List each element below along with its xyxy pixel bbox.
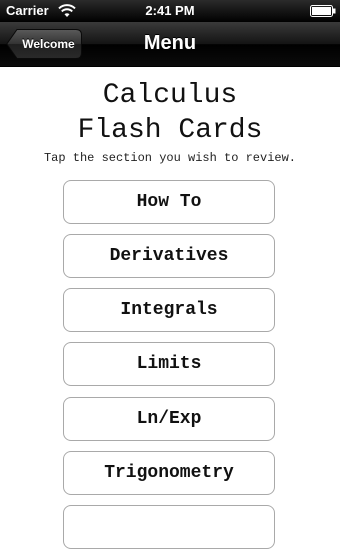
page-title: Menu <box>143 32 197 54</box>
battery-icon <box>310 5 336 17</box>
status-time: 2:41 PM <box>145 3 195 18</box>
section-button-partial[interactable] <box>63 505 275 549</box>
app-title-line-1: Calculus <box>102 80 238 111</box>
instruction-text: Tap the section you wish to review. <box>43 151 297 165</box>
section-button-integrals[interactable]: Integrals <box>63 288 275 332</box>
navigation-bar: Welcome Menu <box>0 22 340 67</box>
app-title-line-2: Flash Cards <box>77 115 263 146</box>
section-button-derivatives[interactable]: Derivatives <box>63 234 275 278</box>
app-title: Calculus Flash Cards <box>0 78 340 148</box>
section-button-limits[interactable]: Limits <box>63 342 275 386</box>
section-button-how-to[interactable]: How To <box>63 180 275 224</box>
status-bar: Carrier 2:41 PM <box>0 0 340 22</box>
section-button-trigonometry[interactable]: Trigonometry <box>63 451 275 495</box>
section-button-ln-exp[interactable]: Ln/Exp <box>63 397 275 441</box>
